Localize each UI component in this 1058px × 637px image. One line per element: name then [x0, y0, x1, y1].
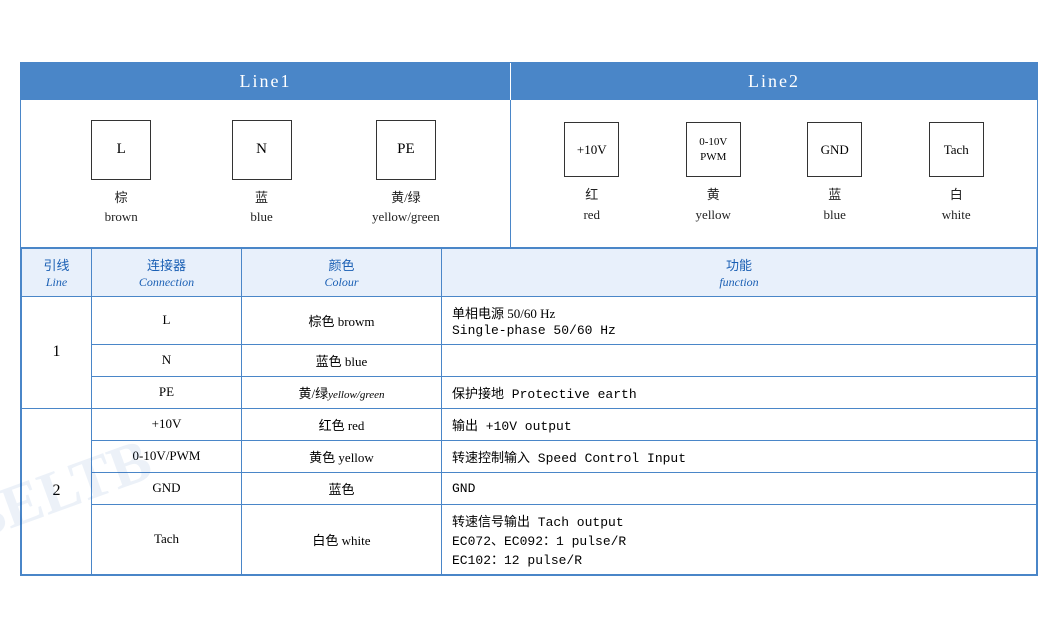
connector-label-10v: 红red: [583, 185, 600, 224]
th-line-en: Line: [46, 275, 67, 289]
connector-box-PE: PE: [376, 120, 436, 180]
table-row: 1 L 棕色 browm 单相电源 50/60 HzSingle-phase 5…: [22, 296, 1037, 344]
header-row: Line1 Line2: [21, 63, 1037, 100]
function-tach: 转速信号输出 Tach output EC072、EC092：1 pulse/R…: [442, 504, 1037, 574]
table-row: GND 蓝色 GND: [22, 472, 1037, 504]
th-line-zh: 引线: [43, 258, 69, 273]
connector-box-gnd: GND: [807, 122, 862, 177]
line-num-1: 1: [22, 296, 92, 408]
th-colour-en: Colour: [324, 275, 358, 289]
connection-L: L: [92, 296, 242, 344]
function-pwm: 转速控制输入 Speed Control Input: [442, 440, 1037, 472]
connection-PE: PE: [92, 376, 242, 408]
diagram-row: L 棕brown N 蓝blue PE 黄/绿yellow/green +10V…: [21, 100, 1037, 248]
table-row: PE 黄/绿yellow/green 保护接地 Protective earth: [22, 376, 1037, 408]
connector-box-10v: +10V: [564, 122, 619, 177]
connection-gnd: GND: [92, 472, 242, 504]
connector-box-N: N: [232, 120, 292, 180]
th-colour-zh: 颜色: [328, 258, 354, 273]
connection-10v: +10V: [92, 408, 242, 440]
th-function-zh: 功能: [726, 258, 752, 273]
table-row: N 蓝色 blue: [22, 344, 1037, 376]
th-colour: 颜色 Colour: [242, 248, 442, 296]
connector-gnd: GND 蓝blue: [807, 122, 862, 224]
colour-pwm: 黄色 yellow: [242, 440, 442, 472]
connector-tach: Tach 白white: [929, 122, 984, 224]
colour-L: 棕色 browm: [242, 296, 442, 344]
th-connection-zh: 连接器: [147, 258, 186, 273]
connector-L: L 棕brown: [91, 120, 151, 227]
table-row: Tach 白色 white 转速信号输出 Tach output EC072、E…: [22, 504, 1037, 574]
connector-pwm: 0-10VPWM 黄yellow: [686, 122, 741, 224]
colour-10v: 红色 red: [242, 408, 442, 440]
table-header-row: 引线 Line 连接器 Connection 颜色 Colour 功能 func…: [22, 248, 1037, 296]
table-row: 0-10V/PWM 黄色 yellow 转速控制输入 Speed Control…: [22, 440, 1037, 472]
connector-box-tach: Tach: [929, 122, 984, 177]
function-L: 单相电源 50/60 HzSingle-phase 50/60 Hz: [442, 296, 1037, 344]
data-table: 引线 Line 连接器 Connection 颜色 Colour 功能 func…: [21, 248, 1037, 575]
function-gnd: GND: [442, 472, 1037, 504]
connector-label-pwm: 黄yellow: [696, 185, 731, 224]
th-function: 功能 function: [442, 248, 1037, 296]
function-10v: 输出 +10V output: [442, 408, 1037, 440]
connector-10v: +10V 红red: [564, 122, 619, 224]
connection-pwm: 0-10V/PWM: [92, 440, 242, 472]
connector-box-L: L: [91, 120, 151, 180]
connector-PE: PE 黄/绿yellow/green: [372, 120, 440, 227]
colour-N: 蓝色 blue: [242, 344, 442, 376]
colour-PE: 黄/绿yellow/green: [242, 376, 442, 408]
th-function-en: function: [719, 275, 758, 289]
colour-gnd: 蓝色: [242, 472, 442, 504]
main-container: Line1 Line2 L 棕brown N 蓝blue PE 黄/绿yello…: [20, 62, 1038, 576]
connector-box-pwm: 0-10VPWM: [686, 122, 741, 177]
header-line1: Line1: [21, 63, 511, 100]
connector-label-tach: 白white: [942, 185, 971, 224]
connection-N: N: [92, 344, 242, 376]
connector-N: N 蓝blue: [232, 120, 292, 227]
th-line: 引线 Line: [22, 248, 92, 296]
connector-label-PE: 黄/绿yellow/green: [372, 188, 440, 227]
table-row: 2 BELTB +10V 红色 red 输出 +10V output: [22, 408, 1037, 440]
function-PE: 保护接地 Protective earth: [442, 376, 1037, 408]
th-connection-en: Connection: [139, 275, 194, 289]
diagram-line2: +10V 红red 0-10VPWM 黄yellow GND 蓝blue Tac…: [511, 100, 1037, 247]
connector-label-N: 蓝blue: [250, 188, 272, 227]
function-N: [442, 344, 1037, 376]
connection-tach: Tach: [92, 504, 242, 574]
line-num-2: 2 BELTB: [22, 408, 92, 574]
header-line2: Line2: [511, 63, 1037, 100]
th-connection: 连接器 Connection: [92, 248, 242, 296]
diagram-line1: L 棕brown N 蓝blue PE 黄/绿yellow/green: [21, 100, 511, 247]
connector-label-L: 棕brown: [105, 188, 138, 227]
colour-tach: 白色 white: [242, 504, 442, 574]
connector-label-gnd: 蓝blue: [824, 185, 846, 224]
